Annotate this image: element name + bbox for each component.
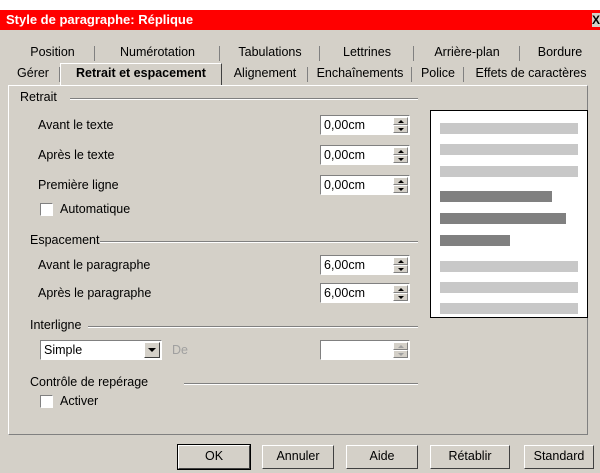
preview-line [440,261,578,272]
spin-up-icon[interactable] [393,177,408,185]
tab-label: Position [30,45,75,59]
space-above-label: Avant le paragraphe [38,258,151,272]
after-text-spinner[interactable]: 0,00cm [320,145,410,165]
preview-line-current [440,235,510,246]
paragraph-preview [430,110,588,318]
tab-text-flow[interactable]: Enchaînements [308,64,412,84]
tab-label: Arrière-plan [434,45,500,59]
register-group-line [184,383,418,385]
spinner-arrows [393,177,408,193]
tab-label: Numérotation [119,45,196,59]
preview-line [440,303,578,314]
spin-down-icon[interactable] [393,293,408,301]
tab-drop-caps[interactable]: Lettrines [320,43,414,63]
line-spacing-select[interactable]: Simple [40,340,162,360]
before-text-spinner[interactable]: 0,00cm [320,115,410,135]
tab-indents-spacing[interactable]: Retrait et espacement [60,63,222,85]
line-spacing-group-line [88,326,418,328]
tab-label: Enchaînements [316,66,404,80]
before-text-label: Avant le texte [38,118,114,132]
spin-up-icon[interactable] [393,147,408,155]
tab-background[interactable]: Arrière-plan [414,43,520,63]
after-text-value: 0,00cm [324,148,365,162]
space-below-spinner[interactable]: 6,00cm [320,283,410,303]
tab-font-effects[interactable]: Effets de caractères [464,64,598,84]
tab-label: Alignement [233,66,297,80]
space-below-value: 6,00cm [324,286,365,300]
line-spacing-value: Simple [44,343,83,357]
spinner-arrows [393,117,408,133]
line-spacing-group-label: Interligne [30,318,82,332]
title-bar: Style de paragraphe: Réplique X [0,10,600,30]
window-title: Style de paragraphe: Réplique [6,12,194,27]
tab-alignment[interactable]: Alignement [222,64,308,84]
spacing-group-line [100,241,418,243]
tab-row-back: Position Numérotation Tabulations Lettri… [0,43,600,63]
spin-down-icon[interactable] [393,125,408,133]
preview-line [440,123,578,134]
spin-up-icon[interactable] [393,257,408,265]
tab-border[interactable]: Bordure [520,43,600,63]
register-activate-checkbox[interactable] [40,395,53,408]
tab-tabs[interactable]: Tabulations [220,43,320,63]
before-text-value: 0,00cm [324,118,365,132]
spin-down-icon[interactable] [393,350,408,358]
tab-label: Gérer [17,66,49,80]
first-line-spinner[interactable]: 0,00cm [320,175,410,195]
register-activate-label: Activer [60,394,99,408]
tab-label: Retrait et espacement [76,66,206,80]
help-button[interactable]: Aide [346,445,418,469]
indent-group-label: Retrait [20,90,57,104]
after-text-label: Après le texte [38,148,115,162]
spin-up-icon[interactable] [393,342,408,350]
tab-label: Tabulations [238,45,302,59]
spin-down-icon[interactable] [393,265,408,273]
close-icon[interactable]: X [592,13,600,27]
spacing-group-label: Espacement [30,233,100,247]
space-above-value: 6,00cm [324,258,365,272]
preview-line [440,166,578,177]
spinner-arrows [393,285,408,301]
tab-row-front: Gérer Retrait et espacement Alignement E… [0,63,600,85]
tab-organizer[interactable]: Gérer [6,64,60,84]
tab-numbering[interactable]: Numérotation [95,43,220,63]
tab-label: Bordure [537,45,583,59]
spinner-arrows [393,342,408,358]
preview-line-current [440,191,552,202]
indent-group-line [70,98,418,100]
register-group-label: Contrôle de repérage [30,375,149,389]
automatic-label: Automatique [60,202,131,216]
cancel-button[interactable]: Annuler [262,445,334,469]
space-above-spinner[interactable]: 6,00cm [320,255,410,275]
spin-up-icon[interactable] [393,285,408,293]
tab-font[interactable]: Police [412,64,464,84]
spinner-arrows [393,147,408,163]
automatic-checkbox[interactable] [40,203,53,216]
space-below-label: Après le paragraphe [38,286,152,300]
first-line-label: Première ligne [38,178,119,192]
tab-label: Police [420,66,456,80]
tab-label: Lettrines [343,45,391,59]
first-line-value: 0,00cm [324,178,365,192]
spin-down-icon[interactable] [393,185,408,193]
spinner-arrows [393,257,408,273]
spin-down-icon[interactable] [393,155,408,163]
chevron-down-icon[interactable] [144,342,160,358]
preview-line-current [440,213,566,224]
tab-position[interactable]: Position [10,43,95,63]
preview-line [440,282,578,293]
standard-button[interactable]: Standard [524,445,594,469]
spin-up-icon[interactable] [393,117,408,125]
ok-button[interactable]: OK [177,444,251,470]
paragraph-style-dialog: Style de paragraphe: Réplique X Position… [0,10,600,473]
tab-label: Effets de caractères [475,66,587,80]
reset-button[interactable]: Rétablir [430,445,510,469]
line-spacing-of-label: De [172,343,188,357]
line-spacing-of-spinner[interactable] [320,340,410,360]
preview-line [440,144,578,155]
